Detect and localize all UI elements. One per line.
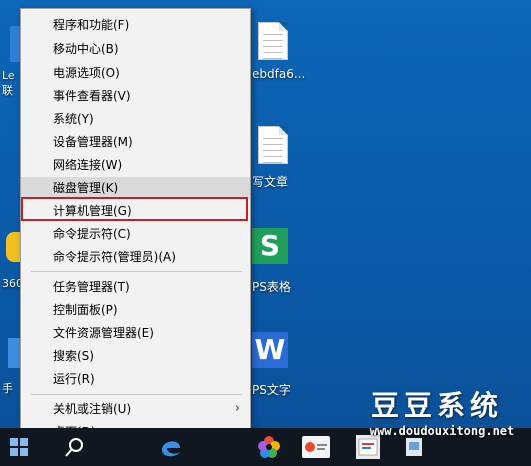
menu-separator <box>31 394 242 395</box>
menu-item-computer-management[interactable]: 计算机管理(G) <box>21 200 250 222</box>
document-file-icon[interactable] <box>258 22 288 60</box>
menu-item-run[interactable]: 运行(R) <box>21 368 250 390</box>
wps-spreadsheet-icon[interactable]: S <box>252 228 288 264</box>
desktop-icon-label: Le 联 <box>2 69 15 97</box>
menu-item-label: 关机或注销(U) <box>53 402 132 416</box>
wps-writer-icon[interactable]: W <box>252 332 288 368</box>
watermark-url: www.doudouxitong.net <box>369 424 515 438</box>
menu-item-system[interactable]: 系统(Y) <box>21 108 250 130</box>
menu-item-command-prompt[interactable]: 命令提示符(C) <box>21 223 250 245</box>
menu-item-mobility-center[interactable]: 移动中心(B) <box>21 38 250 60</box>
desktop-icon-label: 手 <box>2 382 13 395</box>
menu-item-device-manager[interactable]: 设备管理器(M) <box>21 131 250 153</box>
app-icon[interactable] <box>402 435 426 459</box>
menu-item-search[interactable]: 搜索(S) <box>21 345 250 367</box>
menu-item-shutdown-signout[interactable]: 关机或注销(U) › <box>21 398 250 420</box>
wps-icon[interactable] <box>356 435 380 459</box>
menu-separator <box>31 271 242 272</box>
watermark-title: 豆豆系统 <box>370 389 503 422</box>
menu-item-network-connections[interactable]: 网络连接(W) <box>21 154 250 176</box>
menu-item-disk-management[interactable]: 磁盘管理(K) <box>21 177 250 199</box>
app-icon[interactable] <box>8 338 20 368</box>
windows-start-icon[interactable] <box>10 438 28 456</box>
desktop-icon-label: 360 <box>2 277 20 290</box>
menu-item-file-explorer[interactable]: 文件资源管理器(E) <box>21 322 250 344</box>
menu-item-event-viewer[interactable]: 事件查看器(V) <box>21 85 250 107</box>
document-file-icon[interactable] <box>258 126 288 164</box>
menu-item-programs-and-features[interactable]: 程序和功能(F) <box>21 14 250 36</box>
desktop-icon-label: PS文字 <box>252 383 291 397</box>
menu-item-command-prompt-admin[interactable]: 命令提示符(管理员)(A) <box>21 246 250 268</box>
menu-item-power-options[interactable]: 电源选项(O) <box>21 62 250 84</box>
menu-item-task-manager[interactable]: 任务管理器(T) <box>21 276 250 298</box>
desktop-icon-label: PS表格 <box>252 280 291 294</box>
desktop-icon-label: 写文章 <box>252 175 289 189</box>
menu-item-control-panel[interactable]: 控制面板(P) <box>21 299 250 321</box>
desktop-icon-label: ebdfa6... <box>252 67 306 81</box>
win-x-context-menu: 程序和功能(F) 移动中心(B) 电源选项(O) 事件查看器(V) 系统(Y) … <box>20 8 251 448</box>
edge-icon[interactable] <box>158 434 184 460</box>
search-icon[interactable] <box>62 434 88 460</box>
chevron-right-icon: › <box>234 401 240 416</box>
photos-icon[interactable] <box>256 434 282 460</box>
sogou-icon[interactable] <box>302 436 330 458</box>
